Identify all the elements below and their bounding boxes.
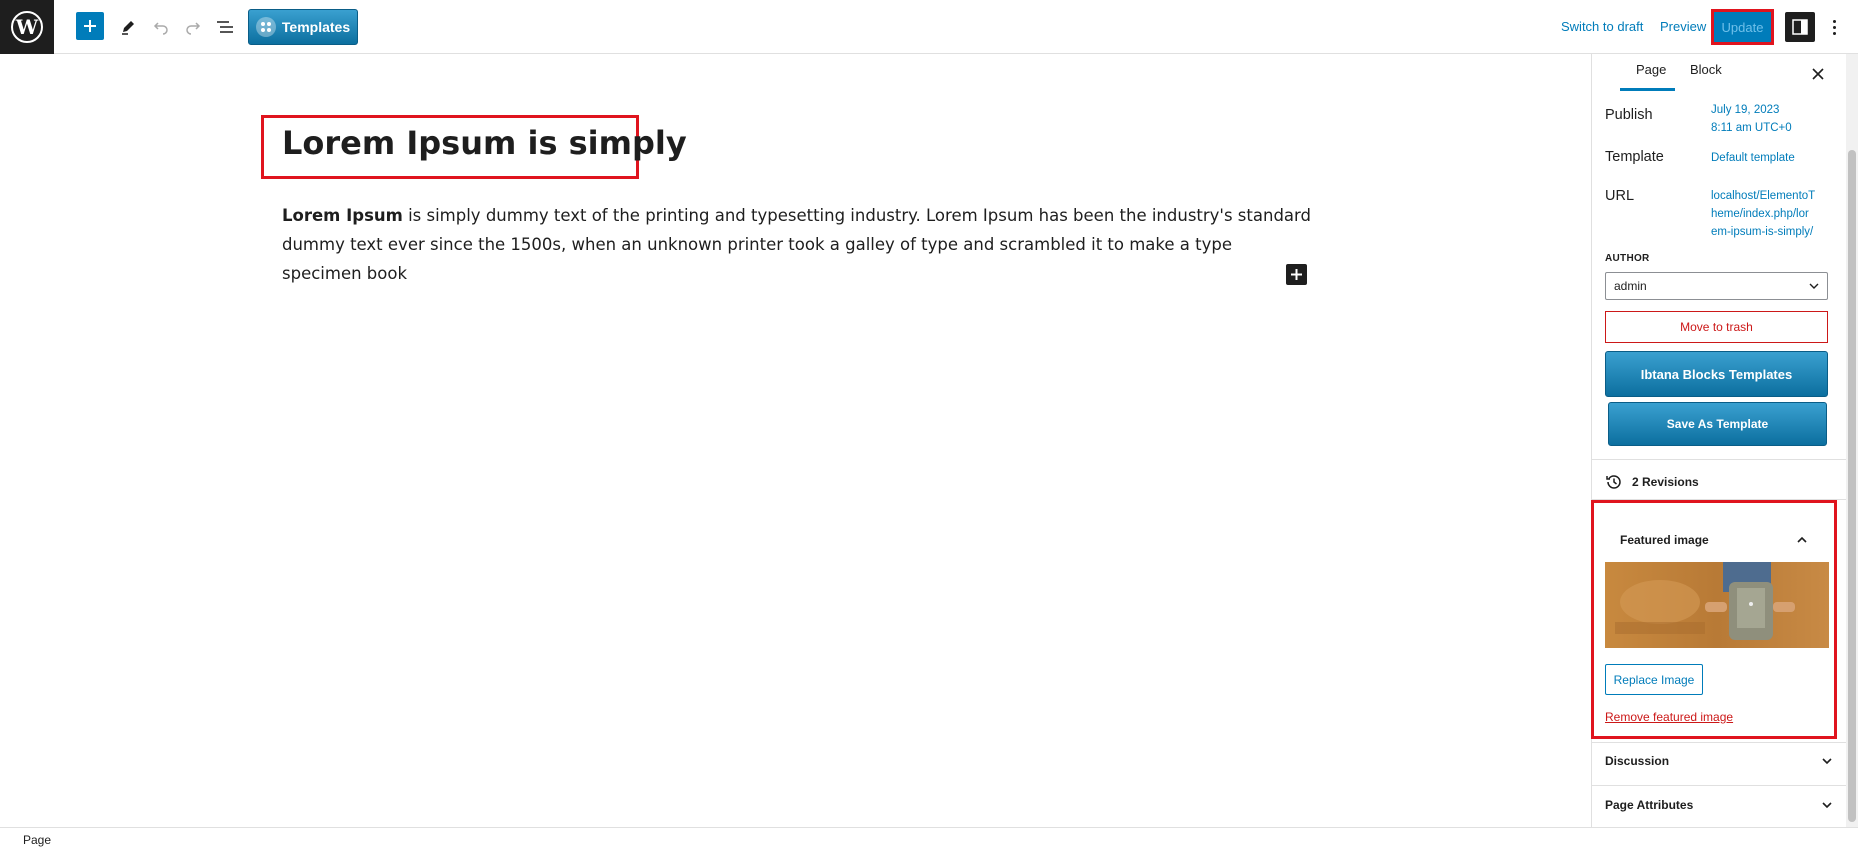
divider: [1591, 742, 1846, 743]
templates-icon: [255, 17, 276, 37]
close-icon[interactable]: [1810, 66, 1826, 82]
edit-pencil-icon[interactable]: [118, 11, 138, 43]
url-line-2: heme/index.php/lor: [1711, 208, 1809, 220]
templates-label: Templates: [281, 19, 351, 35]
options-menu-icon[interactable]: [1826, 14, 1842, 40]
divider: [1591, 459, 1846, 460]
page-attributes-panel-toggle[interactable]: Page Attributes: [1605, 798, 1833, 812]
move-to-trash-button[interactable]: Move to trash: [1605, 311, 1828, 343]
url-link[interactable]: localhost/ElementoT heme/index.php/lor e…: [1711, 187, 1831, 241]
chevron-down-icon: [1822, 802, 1832, 809]
redo-icon[interactable]: [183, 11, 203, 43]
update-button[interactable]: Update: [1714, 12, 1771, 42]
block-inserter-icon[interactable]: [1286, 264, 1307, 285]
add-block-icon[interactable]: [76, 12, 104, 40]
divider: [1591, 785, 1846, 786]
publish-time: 8:11 am UTC+0: [1711, 122, 1792, 134]
paragraph-block[interactable]: Lorem Ipsum is simply dummy text of the …: [282, 201, 1312, 288]
author-value: admin: [1614, 279, 1647, 293]
sidebar-scrollbar-thumb[interactable]: [1848, 150, 1856, 822]
url-line-1: localhost/ElementoT: [1711, 190, 1816, 202]
chevron-down-icon: [1822, 758, 1832, 765]
switch-to-draft-button[interactable]: Switch to draft: [1561, 19, 1643, 34]
replace-image-button[interactable]: Replace Image: [1605, 664, 1703, 695]
template-select-button[interactable]: Default template: [1711, 149, 1831, 167]
wordpress-logo-icon[interactable]: W: [0, 0, 54, 54]
tab-page[interactable]: Page: [1636, 62, 1666, 77]
remove-featured-image-link[interactable]: Remove featured image: [1605, 710, 1733, 724]
chevron-down-icon: [1809, 283, 1819, 289]
breadcrumb-page[interactable]: Page: [23, 833, 51, 847]
author-select[interactable]: admin: [1605, 272, 1828, 300]
featured-image-panel-toggle[interactable]: Featured image: [1620, 533, 1709, 547]
list-view-icon[interactable]: [214, 11, 236, 43]
revisions-link[interactable]: 2 Revisions: [1605, 473, 1699, 491]
url-line-3: em-ipsum-is-simply/: [1711, 226, 1814, 238]
url-label: URL: [1605, 188, 1635, 204]
svg-text:W: W: [15, 15, 39, 39]
settings-sidebar-icon[interactable]: [1785, 12, 1815, 42]
post-title[interactable]: Lorem Ipsum is simply: [282, 124, 687, 162]
templates-button[interactable]: Templates: [248, 9, 358, 45]
update-highlight: Update: [1711, 9, 1774, 45]
publish-date-button[interactable]: July 19, 2023 8:11 am UTC+0: [1711, 101, 1831, 137]
tab-block[interactable]: Block: [1690, 62, 1722, 77]
preview-button[interactable]: Preview: [1660, 19, 1706, 34]
paragraph-bold-text: Lorem Ipsum: [282, 206, 403, 225]
discussion-panel-toggle[interactable]: Discussion: [1605, 754, 1833, 768]
undo-icon[interactable]: [151, 11, 171, 43]
active-tab-indicator: [1620, 88, 1675, 91]
editor-header: W Templates Switch to draft Preview Upda…: [0, 0, 1858, 54]
ibtana-templates-button[interactable]: Ibtana Blocks Templates: [1605, 351, 1828, 397]
author-label: AUTHOR: [1605, 253, 1650, 264]
history-icon: [1606, 475, 1621, 489]
template-label: Template: [1605, 149, 1664, 165]
publish-date: July 19, 2023: [1711, 104, 1780, 116]
revisions-label: 2 Revisions: [1632, 475, 1699, 489]
block-breadcrumb-bar: Page: [0, 827, 1858, 850]
featured-image-thumbnail[interactable]: [1605, 562, 1829, 648]
publish-label: Publish: [1605, 107, 1653, 123]
paragraph-text: is simply dummy text of the printing and…: [282, 206, 1311, 283]
chevron-up-icon[interactable]: [1795, 533, 1809, 547]
page-attributes-label: Page Attributes: [1605, 798, 1694, 812]
save-as-template-button[interactable]: Save As Template: [1608, 402, 1827, 446]
discussion-label: Discussion: [1605, 754, 1670, 768]
